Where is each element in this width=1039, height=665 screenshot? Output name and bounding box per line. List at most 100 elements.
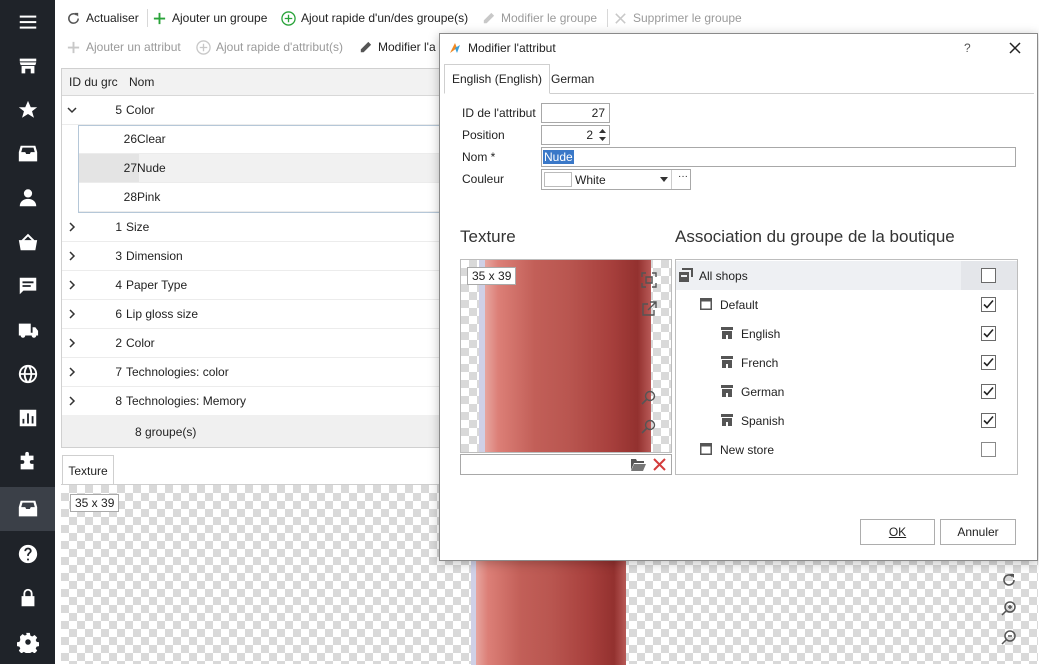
id-field[interactable]: 27 [541,103,610,123]
picker-divider [671,170,672,189]
edit-group-button[interactable]: Modifier le groupe [481,4,597,32]
quick-add-attribute-button[interactable]: Ajout rapide d'attribut(s) [196,33,343,61]
column-id[interactable]: ID du grc [69,75,118,89]
position-value: 2 [586,128,593,142]
refresh-button[interactable]: Actualiser [66,4,139,32]
row-name: Technologies: color [126,365,229,379]
table-row[interactable]: 8 Technologies: Memory [62,387,440,416]
tab-texture-label: Texture [68,463,108,478]
add-group-button[interactable]: Ajouter un groupe [152,4,267,32]
delete-group-button[interactable]: Supprimer le groupe [613,4,742,32]
rotate-icon[interactable] [1000,571,1018,589]
tree-row-new-store[interactable]: New store [676,435,1017,464]
quick-add-group-button[interactable]: Ajout rapide d'un/des groupe(s) [281,4,468,32]
tree-label: All shops [699,268,748,283]
color-value: White [575,172,606,187]
user-icon[interactable] [0,176,55,220]
plus-circle-icon [281,10,296,26]
menu-icon[interactable] [0,0,55,44]
more-icon[interactable]: ··· [678,171,688,182]
tree-row-spanish[interactable]: Spanish [676,406,1017,435]
app-logo-icon [450,43,460,53]
table-row[interactable]: 2 Color [62,329,440,358]
chevron-right-icon[interactable] [65,278,79,292]
table-row[interactable]: 6 Lip gloss size [62,300,440,329]
chevron-right-icon[interactable] [65,307,79,321]
puzzle-icon[interactable] [0,440,55,484]
checkbox-default[interactable] [981,297,996,312]
star-icon[interactable] [0,88,55,132]
zoom-out-icon[interactable] [641,419,657,435]
name-field[interactable]: Nude [541,147,1016,167]
chevron-down-icon[interactable] [65,103,79,117]
tree-row-default[interactable]: Default [676,290,1017,319]
truck-icon[interactable] [0,308,55,352]
quick-add-attribute-label: Ajout rapide d'attribut(s) [216,40,344,54]
cancel-label: Annuler [957,525,999,539]
chevron-right-icon[interactable] [65,365,79,379]
stepper-arrows-icon[interactable] [598,128,607,142]
dialog-texture-preview: 35 x 39 [460,259,672,453]
toolbar-divider [147,9,148,27]
tab-texture[interactable]: Texture [62,455,114,485]
ok-button[interactable]: OK [860,519,935,545]
tab-german[interactable]: German [544,64,601,94]
add-attribute-label: Ajouter un attribut [86,40,181,54]
row-name: Color [126,103,155,117]
folder-open-icon[interactable] [630,457,646,472]
tree-row-french[interactable]: French [676,348,1017,377]
close-icon[interactable] [1009,42,1021,54]
store-icon[interactable] [0,44,55,88]
tab-english[interactable]: English (English) [444,64,551,94]
zoom-out-icon[interactable] [1000,629,1018,647]
edit-attribute-button[interactable]: Modifier l'a [358,33,436,61]
table-row[interactable]: 5 Color [62,96,440,125]
table-row[interactable]: 4 Paper Type [62,271,440,300]
texture-path-field[interactable] [460,454,672,475]
help-icon[interactable] [0,532,55,576]
table-row[interactable]: 1 Size [62,213,440,242]
catalog-icon[interactable] [0,487,55,531]
id-value: 27 [591,106,605,120]
fit-icon[interactable] [641,272,657,288]
tree-row-german[interactable]: German [676,377,1017,406]
color-swatch [544,172,572,187]
globe-icon[interactable] [0,352,55,396]
chevron-right-icon[interactable] [65,220,79,234]
table-row[interactable]: 7 Technologies: color [62,358,440,387]
chevron-right-icon[interactable] [65,249,79,263]
table-row-selected[interactable]: 27 Nude [79,154,440,183]
open-external-icon[interactable] [641,301,657,317]
checkbox-new-store[interactable] [981,442,996,457]
window-icon [700,298,712,310]
chart-icon[interactable] [0,396,55,440]
help-button[interactable]: ? [964,41,971,55]
checkbox-french[interactable] [981,355,996,370]
checkbox-all-shops[interactable] [981,268,996,283]
zoom-in-icon[interactable] [641,390,657,406]
zoom-in-icon[interactable] [1000,600,1018,618]
cancel-button[interactable]: Annuler [940,519,1016,545]
basket-icon[interactable] [0,220,55,264]
lock-icon[interactable] [0,576,55,620]
checkbox-spanish[interactable] [981,413,996,428]
tree-row-all-shops[interactable]: All shops [676,261,1017,290]
chevron-right-icon[interactable] [65,394,79,408]
position-stepper[interactable]: 2 [541,125,610,145]
message-icon[interactable] [0,264,55,308]
table-row[interactable]: 3 Dimension [62,242,440,271]
delete-icon[interactable] [653,458,666,471]
tree-row-english[interactable]: English [676,319,1017,348]
position-label: Position [462,128,505,142]
chevron-down-icon[interactable] [660,177,668,182]
column-name[interactable]: Nom [129,75,154,89]
chevron-right-icon[interactable] [65,336,79,350]
table-row[interactable]: 26 Clear [79,125,440,154]
add-attribute-button[interactable]: Ajouter un attribut [66,33,181,61]
inbox-icon[interactable] [0,132,55,176]
table-row[interactable]: 28 Pink [79,183,440,212]
settings-icon[interactable] [0,620,55,664]
checkbox-german[interactable] [981,384,996,399]
color-picker[interactable]: White ··· [541,169,691,190]
checkbox-english[interactable] [981,326,996,341]
